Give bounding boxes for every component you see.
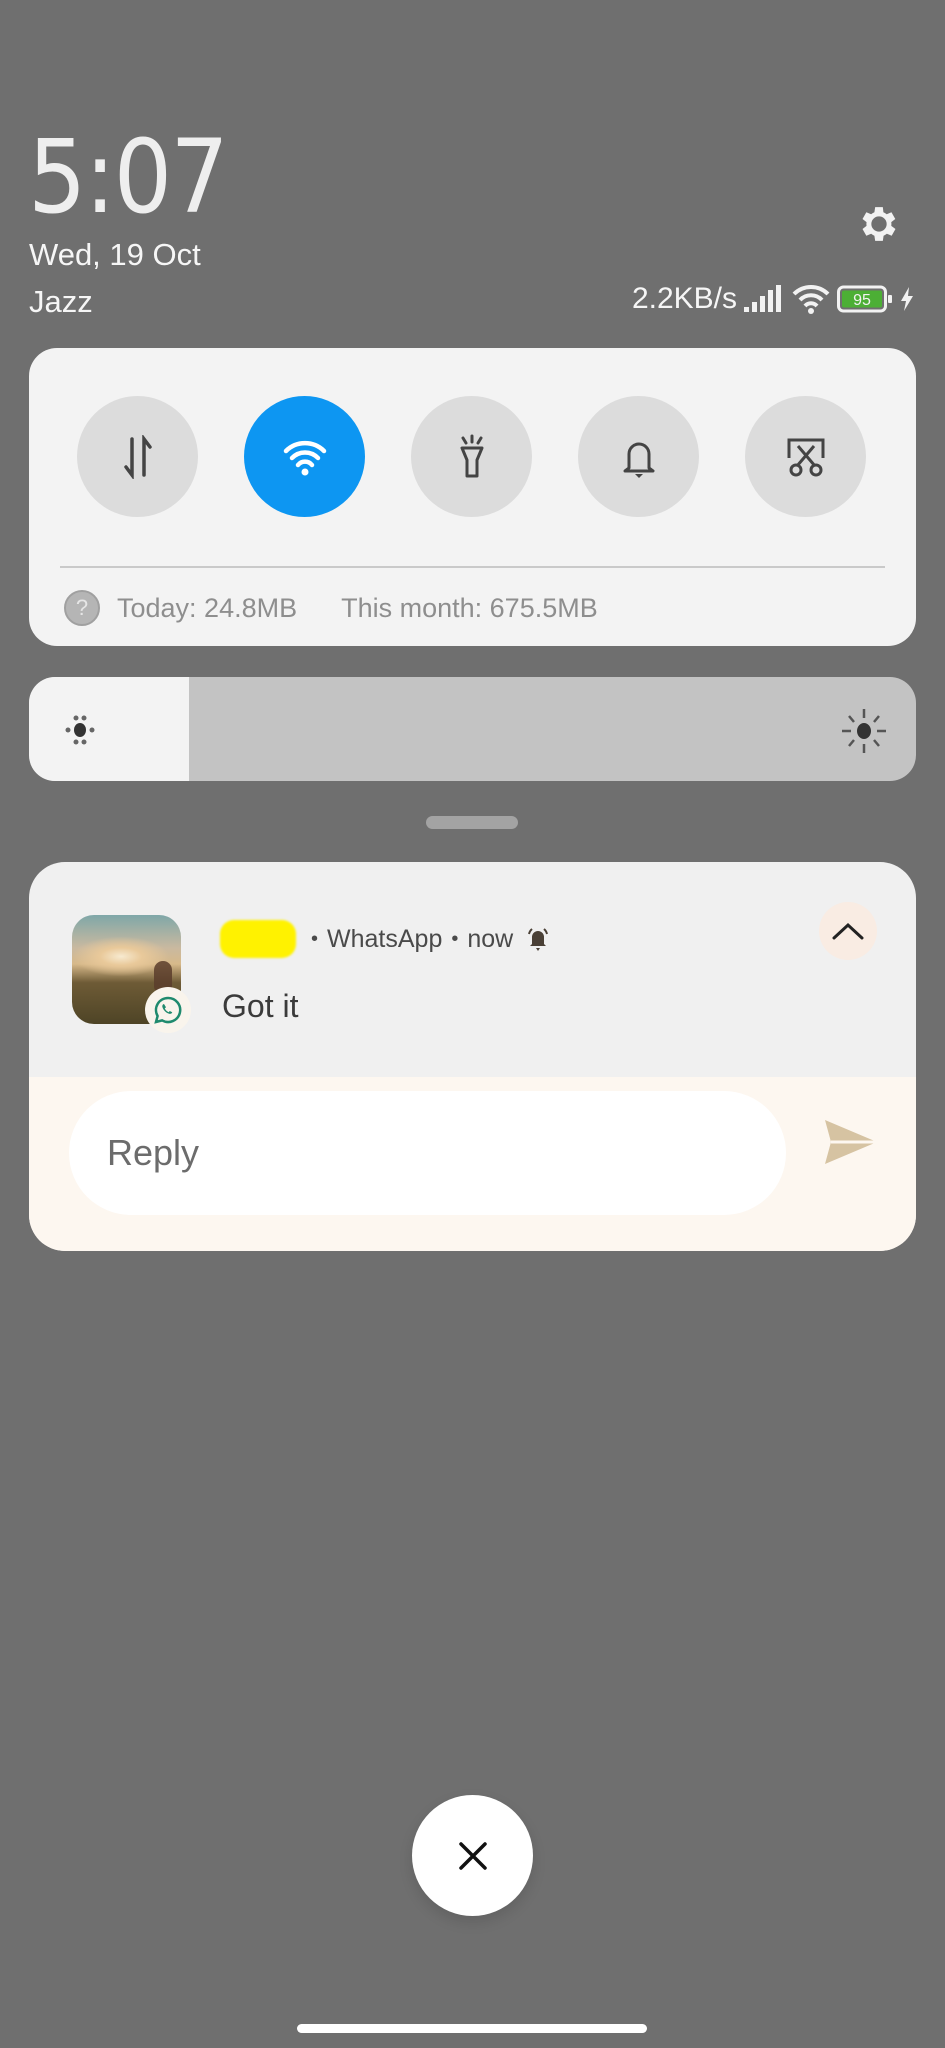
usage-today: Today: 24.8MB [117,592,298,623]
signal-icon [744,285,781,312]
clock: 5:07 [28,118,229,237]
status-bar-indicators: 2.2KB/s 95 [632,282,915,316]
quick-settings-panel: ? Today: 24.8MB This month: 675.5MB [29,348,916,646]
notification-message: Got it [222,988,299,1024]
close-icon [458,1841,487,1870]
battery-icon: 95 [837,285,892,313]
date: Wed, 19 Oct [29,237,201,272]
gear-icon [862,207,896,241]
brightness-high-icon [842,709,886,753]
settings-button[interactable] [856,201,902,247]
wifi-icon [792,284,830,314]
toggle-mobile-data[interactable] [77,396,198,517]
toggle-flashlight[interactable] [411,396,532,517]
drag-handle[interactable] [426,816,518,829]
help-icon[interactable]: ? [64,590,100,626]
alert-bell-icon [528,928,549,951]
reply-area [29,1077,916,1251]
sender-name-redacted [220,920,296,958]
app-name: WhatsApp [327,924,443,953]
scissors-screenshot-icon [787,438,824,476]
data-arrows-icon [123,434,152,479]
network-speed: 2.2KB/s [631,282,737,315]
wifi-icon [283,440,326,475]
data-usage: ? Today: 24.8MB This month: 675.5MB [64,590,598,626]
flashlight-icon [460,434,483,477]
carrier-name: Jazz [29,284,93,319]
brightness-low-icon [65,715,95,745]
toggle-sound[interactable] [578,396,699,517]
toggle-screenshot[interactable] [745,396,866,517]
collapse-button[interactable] [819,902,877,960]
notification-time: now [467,924,514,953]
reply-input[interactable] [69,1091,786,1215]
whatsapp-icon [145,987,191,1033]
usage-month: This month: 675.5MB [341,592,598,623]
brightness-fill [29,677,189,781]
charging-bolt-icon [901,287,913,311]
toggle-wifi[interactable] [244,396,365,517]
home-indicator[interactable] [297,2024,647,2033]
send-button[interactable] [820,1117,880,1167]
divider [60,566,885,568]
whatsapp-notification[interactable]: • WhatsApp • now Got it [29,862,916,1251]
brightness-slider[interactable] [29,677,916,781]
notification-header: • WhatsApp • now [220,920,551,958]
bell-icon [623,442,654,478]
clear-all-button[interactable] [412,1795,533,1916]
battery-level: 95 [853,292,871,309]
notification-shade: 5:07 Wed, 19 Oct Jazz 2.2KB/s 95 ? Today… [0,0,945,2048]
chevron-up-icon [832,922,864,940]
